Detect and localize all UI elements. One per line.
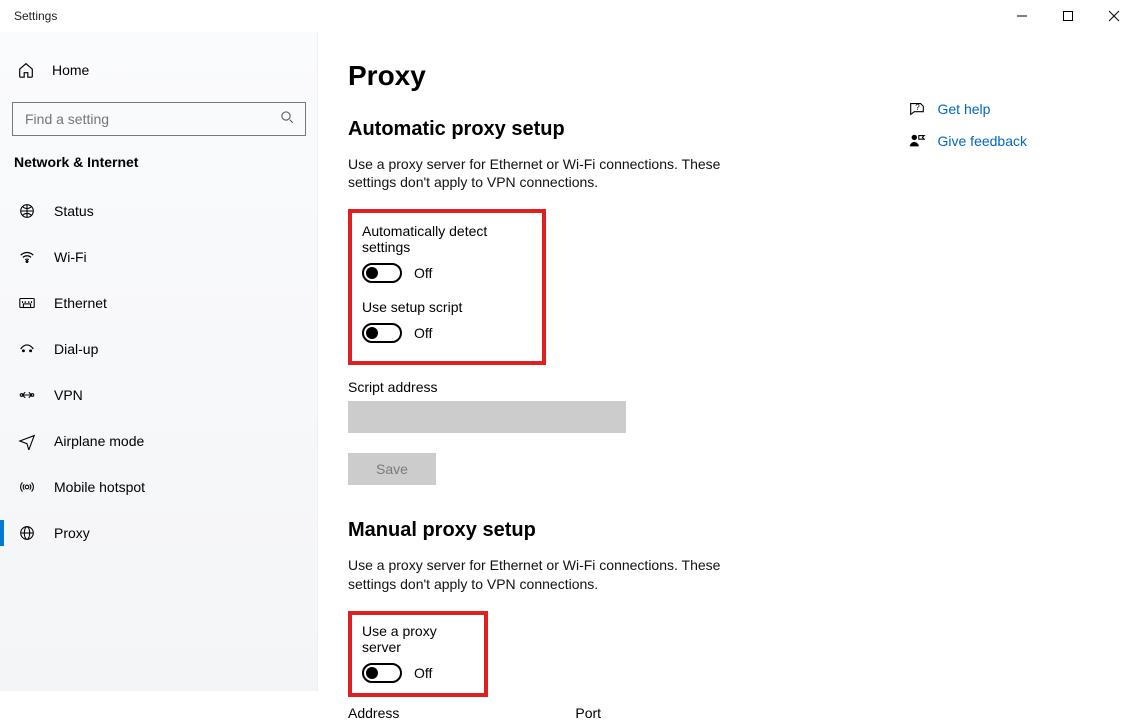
home-label: Home [52, 62, 89, 78]
auto-detect-toggle[interactable] [362, 263, 402, 283]
sidebar: Home Network & Internet Status Wi-Fi Eth… [0, 32, 318, 691]
auto-detect-label: Automatically detect settings [362, 223, 530, 255]
search-input[interactable] [23, 110, 280, 128]
nav-list: Status Wi-Fi Ethernet Dial-up VPN Airpla… [12, 188, 305, 556]
home-icon [14, 61, 38, 79]
highlight-manual-toggle: Use a proxy server Off [348, 611, 488, 697]
get-help-link[interactable]: ? Get help [906, 100, 1028, 118]
help-icon: ? [906, 100, 928, 118]
save-button[interactable]: Save [348, 453, 436, 485]
use-proxy-label: Use a proxy server [362, 623, 474, 655]
hotspot-icon [16, 478, 38, 496]
help-panel: ? Get help Give feedback [906, 60, 1108, 691]
minimize-button[interactable] [999, 0, 1045, 32]
titlebar: Settings [0, 0, 1137, 32]
use-proxy-toggle[interactable] [362, 663, 402, 683]
window-title: Settings [14, 9, 57, 23]
nav-label: Wi-Fi [54, 249, 87, 265]
close-button[interactable] [1091, 0, 1137, 32]
proxy-icon [16, 524, 38, 542]
use-proxy-state: Off [414, 665, 432, 681]
script-address-label: Script address [348, 379, 868, 395]
category-heading: Network & Internet [14, 154, 305, 170]
nav-item-ethernet[interactable]: Ethernet [12, 280, 305, 326]
dialup-icon [16, 340, 38, 358]
setup-script-label: Use setup script [362, 299, 530, 315]
maximize-button[interactable] [1045, 0, 1091, 32]
nav-item-status[interactable]: Status [12, 188, 305, 234]
nav-item-hotspot[interactable]: Mobile hotspot [12, 464, 305, 510]
nav-label: Airplane mode [54, 433, 144, 449]
nav-item-vpn[interactable]: VPN [12, 372, 305, 418]
nav-label: VPN [54, 387, 83, 403]
nav-item-dialup[interactable]: Dial-up [12, 326, 305, 372]
setup-script-toggle[interactable] [362, 323, 402, 343]
manual-heading: Manual proxy setup [348, 519, 868, 542]
search-icon [280, 110, 295, 128]
page-title: Proxy [348, 60, 868, 92]
nav-label: Ethernet [54, 295, 107, 311]
nav-item-proxy[interactable]: Proxy [12, 510, 305, 556]
nav-label: Status [54, 203, 94, 219]
setup-script-state: Off [414, 325, 432, 341]
nav-label: Dial-up [54, 341, 98, 357]
highlight-auto-toggles: Automatically detect settings Off Use se… [348, 209, 546, 365]
airplane-icon [16, 432, 38, 450]
nav-item-wifi[interactable]: Wi-Fi [12, 234, 305, 280]
auto-detect-state: Off [414, 265, 432, 281]
auto-desc: Use a proxy server for Ethernet or Wi-Fi… [348, 155, 768, 191]
feedback-link[interactable]: Give feedback [906, 132, 1028, 150]
window-controls [999, 0, 1137, 32]
status-icon [16, 202, 38, 220]
get-help-label: Get help [938, 101, 991, 117]
home-link[interactable]: Home [12, 50, 305, 90]
svg-text:?: ? [915, 103, 920, 112]
vpn-icon [16, 386, 38, 404]
ethernet-icon [16, 294, 38, 312]
feedback-label: Give feedback [938, 133, 1028, 149]
search-box[interactable] [12, 102, 306, 136]
nav-label: Proxy [54, 525, 90, 541]
script-address-input[interactable] [348, 401, 626, 433]
port-label: Port [575, 705, 601, 721]
main-area: Proxy Automatic proxy setup Use a proxy … [318, 32, 1137, 691]
wifi-icon [16, 248, 38, 266]
manual-desc: Use a proxy server for Ethernet or Wi-Fi… [348, 556, 768, 592]
nav-item-airplane[interactable]: Airplane mode [12, 418, 305, 464]
nav-label: Mobile hotspot [54, 479, 145, 495]
address-label: Address [348, 705, 399, 721]
auto-heading: Automatic proxy setup [348, 118, 868, 141]
feedback-icon [906, 132, 928, 150]
